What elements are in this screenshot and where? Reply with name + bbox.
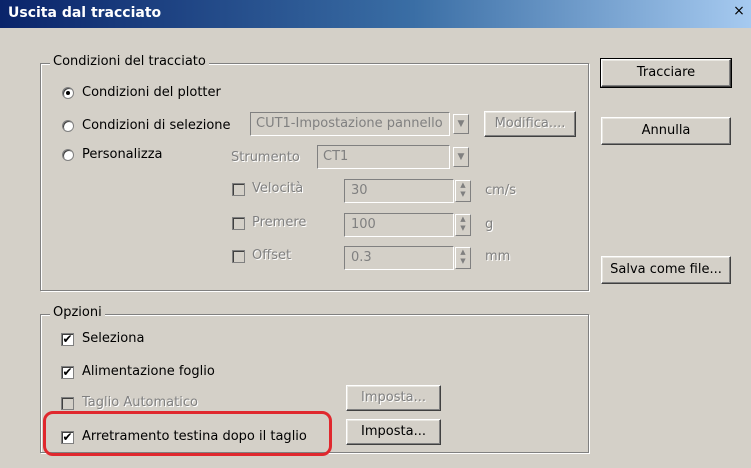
auto-cut-label: Taglio Automatico	[82, 395, 198, 410]
radio-plotter-conditions[interactable]	[62, 87, 74, 99]
offset-spin-icon[interactable]: ▲ ▼	[455, 247, 471, 269]
speed-checkbox[interactable]	[232, 183, 245, 196]
chevron-down-icon: ▼	[453, 114, 469, 134]
pressure-unit: g	[485, 217, 494, 232]
speed-spin-icon[interactable]: ▲ ▼	[455, 180, 471, 202]
offset-label: Offset	[252, 248, 292, 263]
auto-cut-checkbox[interactable]	[61, 397, 74, 410]
head-retract-setup-button[interactable]: Imposta...	[346, 419, 441, 445]
selection-conditions-dropdown: CUT1-Impostazione pannello	[250, 112, 450, 136]
speed-label: Velocità	[252, 181, 304, 196]
radio-custom[interactable]	[62, 149, 74, 161]
radio-selection-conditions-label: Condizioni di selezione	[82, 118, 231, 133]
highlight-annotation	[43, 411, 332, 456]
plot-button[interactable]: Tracciare	[600, 58, 732, 88]
plot-conditions-legend: Condizioni del tracciato	[50, 54, 209, 69]
pressure-input[interactable]: 100	[344, 213, 454, 237]
select-checkbox[interactable]: ✔	[61, 333, 74, 346]
cancel-button[interactable]: Annulla	[601, 117, 731, 145]
window-title: Uscita dal tracciato	[8, 5, 162, 21]
offset-input[interactable]: 0.3	[344, 246, 454, 270]
offset-checkbox[interactable]	[232, 250, 245, 263]
save-as-file-button[interactable]: Salva come file...	[601, 256, 731, 284]
speed-unit: cm/s	[485, 183, 516, 198]
pressure-label: Premere	[252, 215, 307, 230]
sheet-feed-checkbox[interactable]: ✔	[61, 366, 74, 379]
radio-plotter-conditions-label: Condizioni del plotter	[82, 85, 221, 100]
radio-custom-label: Personalizza	[82, 147, 163, 162]
sheet-feed-label: Alimentazione foglio	[82, 364, 215, 379]
tool-dropdown: CT1	[317, 145, 450, 169]
select-label: Seleziona	[82, 331, 145, 346]
offset-unit: mm	[485, 249, 511, 264]
close-icon[interactable]: ×	[731, 2, 747, 20]
auto-cut-setup-button[interactable]: Imposta...	[346, 385, 441, 411]
modify-button[interactable]: Modifica....	[484, 111, 576, 137]
pressure-spin-icon[interactable]: ▲ ▼	[455, 214, 471, 236]
options-legend: Opzioni	[50, 305, 105, 320]
pressure-checkbox[interactable]	[232, 217, 245, 230]
chevron-down-icon: ▼	[453, 147, 469, 167]
radio-selection-conditions[interactable]	[62, 120, 74, 132]
speed-input[interactable]: 30	[344, 179, 454, 203]
tool-label: Strumento	[231, 150, 300, 165]
